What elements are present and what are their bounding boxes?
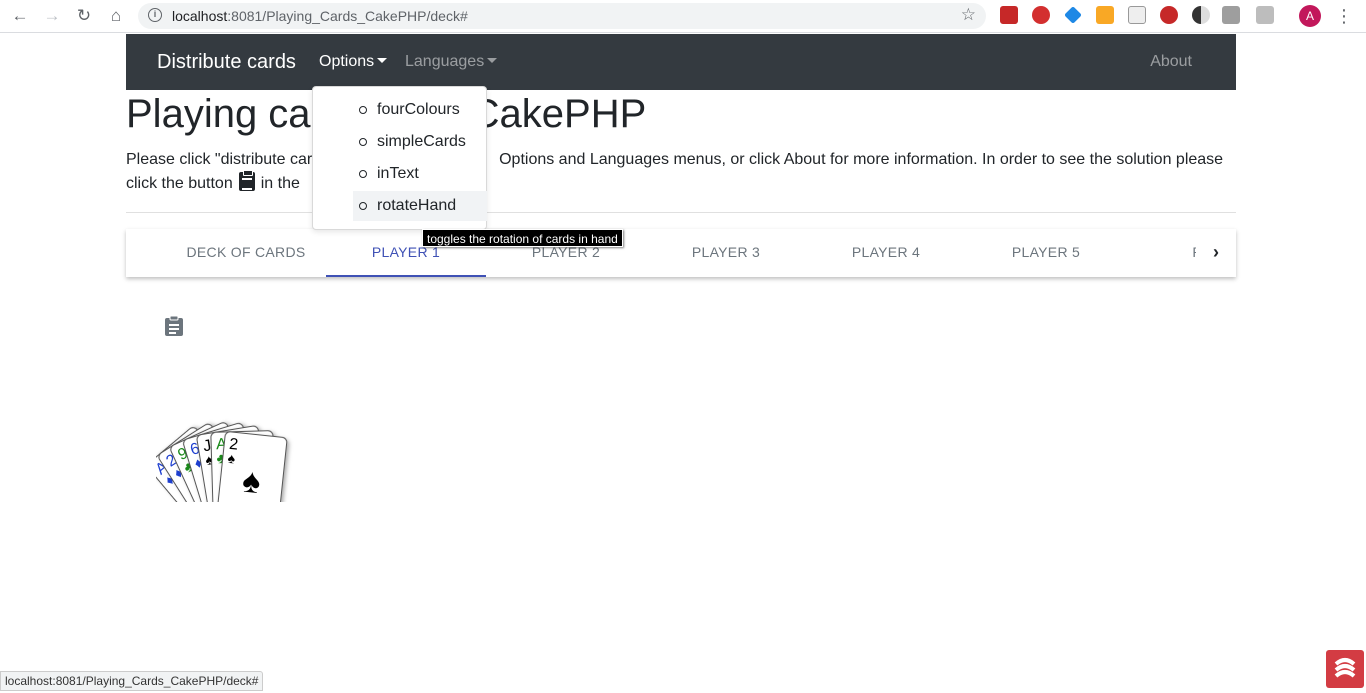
navbar: Distribute cards Options Languages About xyxy=(126,34,1236,90)
intro-text-part: click the button xyxy=(126,175,233,192)
intro-text-part: in the xyxy=(260,175,300,192)
options-menu-toggle[interactable]: Options xyxy=(319,53,388,71)
option-simple-cards[interactable]: simpleCards xyxy=(353,127,487,157)
extension-icon[interactable] xyxy=(1096,6,1114,24)
options-label: Options xyxy=(319,53,375,70)
clipboard-icon[interactable] xyxy=(164,315,184,337)
bullet-icon xyxy=(359,106,367,114)
browser-toolbar: ← → ↻ ⌂ i localhost:8081/Playing_Cards_C… xyxy=(0,0,1366,33)
extension-icon[interactable] xyxy=(1064,6,1082,24)
url-text: localhost:8081/Playing_Cards_CakePHP/dec… xyxy=(172,8,468,24)
address-bar[interactable]: i localhost:8081/Playing_Cards_CakePHP/d… xyxy=(138,3,986,29)
playing-card[interactable]: 2♠♠ xyxy=(216,431,288,502)
option-in-text[interactable]: inText xyxy=(353,159,487,189)
adblock-icon[interactable] xyxy=(1032,6,1050,24)
tooltip: toggles the rotation of cards in hand xyxy=(422,229,623,247)
profile-avatar[interactable]: A xyxy=(1299,5,1321,27)
stop-icon[interactable] xyxy=(1160,6,1178,24)
option-label: simpleCards xyxy=(377,133,466,150)
bullet-icon xyxy=(359,138,367,146)
tab-player-5[interactable]: PLAYER 5 xyxy=(966,229,1126,277)
option-label: fourColours xyxy=(377,101,460,118)
caret-down-icon xyxy=(377,58,388,63)
intro-text-part: Options and Languages menus, or click Ab… xyxy=(499,151,1224,168)
about-link[interactable]: About xyxy=(1150,53,1192,71)
app-logo-icon xyxy=(1326,650,1364,688)
status-bar: localhost:8081/Playing_Cards_CakePHP/dec… xyxy=(0,671,264,691)
option-label: inText xyxy=(377,165,419,182)
option-rotate-hand[interactable]: rotateHand xyxy=(353,191,487,221)
bullet-icon xyxy=(359,202,367,210)
extension-icon[interactable] xyxy=(1000,6,1018,24)
card-hand: A♦2♦9♣6♦J♠A♣2♠♠ xyxy=(156,422,288,502)
tab-player-4[interactable]: PLAYER 4 xyxy=(806,229,966,277)
clipboard-icon xyxy=(238,170,255,191)
document-icon[interactable] xyxy=(1128,6,1146,24)
bullet-icon xyxy=(359,170,367,178)
dark-mode-icon[interactable] xyxy=(1192,6,1210,24)
distribute-cards-button[interactable]: Distribute cards xyxy=(157,51,296,74)
bookmark-star-icon[interactable]: ☆ xyxy=(961,5,976,25)
home-icon[interactable]: ⌂ xyxy=(104,5,128,27)
languages-menu-toggle[interactable]: Languages xyxy=(405,53,498,71)
tab-deck-of-cards[interactable]: DECK OF CARDS xyxy=(166,229,326,277)
intro-text-part: Please click "distribute card xyxy=(126,151,322,168)
tab-player-3[interactable]: PLAYER 3 xyxy=(646,229,806,277)
extension-new-icon[interactable] xyxy=(1222,6,1240,24)
divider xyxy=(126,212,1236,213)
option-label: rotateHand xyxy=(377,197,457,214)
info-icon[interactable]: i xyxy=(148,8,162,22)
intro-text: Please click "distribute card Options and… xyxy=(126,148,1226,196)
menu-kebab-icon[interactable]: ⋮ xyxy=(1335,4,1353,28)
caret-down-icon xyxy=(487,58,498,63)
back-icon[interactable]: ← xyxy=(8,5,32,27)
option-four-colours[interactable]: fourColours xyxy=(353,95,487,125)
player-tabs: DECK OF CARDS PLAYER 1 PLAYER 2 PLAYER 3… xyxy=(126,229,1236,277)
languages-label: Languages xyxy=(405,53,485,70)
reload-icon[interactable]: ↻ xyxy=(72,5,96,27)
cast-icon[interactable] xyxy=(1256,6,1274,24)
forward-icon[interactable]: → xyxy=(40,5,64,27)
options-dropdown: fourColours simpleCards inText rotateHan… xyxy=(312,86,487,230)
chevron-right-icon[interactable]: › xyxy=(1196,229,1236,277)
